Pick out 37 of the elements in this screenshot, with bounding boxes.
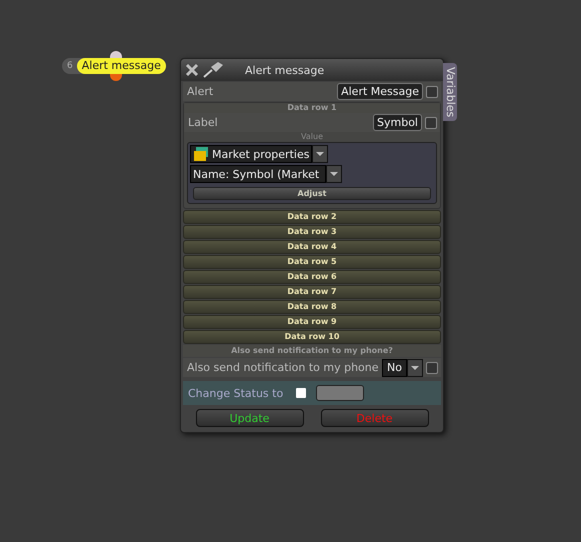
close-icon[interactable]: [185, 63, 199, 77]
checkbox[interactable]: [425, 116, 437, 128]
value-caption: Value: [300, 132, 324, 141]
section-header[interactable]: Data row 6: [183, 270, 441, 284]
field-label: Also send notification to my phone: [186, 361, 380, 374]
window-title: Alert message: [245, 64, 324, 76]
field-label: Label: [187, 116, 219, 129]
node-count: 6: [66, 61, 74, 71]
folder-icon: [193, 146, 209, 162]
section-header[interactable]: Data row 5: [183, 255, 441, 269]
status-label: Change Status to: [188, 386, 284, 400]
status-field[interactable]: [316, 385, 364, 401]
update-button[interactable]: Update: [196, 409, 304, 427]
section-header[interactable]: Data row 2: [183, 210, 441, 224]
field-label: Alert: [186, 85, 214, 98]
source-dropdown[interactable]: Market properties: [190, 145, 312, 163]
adjust-button[interactable]: Adjust: [193, 187, 431, 200]
node-label: Alert message: [76, 58, 166, 74]
section-header[interactable]: Data row 7: [183, 285, 441, 299]
section-header[interactable]: Data row 8: [183, 300, 441, 314]
output-port[interactable]: [110, 74, 122, 81]
section-header[interactable]: Data row 4: [183, 240, 441, 254]
checkbox[interactable]: [426, 362, 438, 374]
value-button[interactable]: Alert Message: [337, 83, 423, 100]
section-header[interactable]: Data row 3: [183, 225, 441, 239]
section-header[interactable]: Data row 9: [183, 315, 441, 329]
node-bubble[interactable]: 6 Alert message: [62, 58, 166, 74]
field-dropdown[interactable]: Name: Symbol (Market: [190, 165, 326, 183]
variables-tab[interactable]: Variables: [443, 63, 457, 121]
section-header: Also send notification to my phone?: [183, 345, 441, 357]
checkbox[interactable]: [426, 86, 438, 98]
notify-dropdown[interactable]: No: [382, 358, 407, 376]
pin-icon[interactable]: [203, 62, 225, 78]
value-button[interactable]: Symbol: [373, 114, 422, 131]
section-header[interactable]: Data row 10: [183, 330, 441, 344]
status-checkbox[interactable]: [296, 388, 306, 398]
input-port[interactable]: [110, 51, 122, 58]
